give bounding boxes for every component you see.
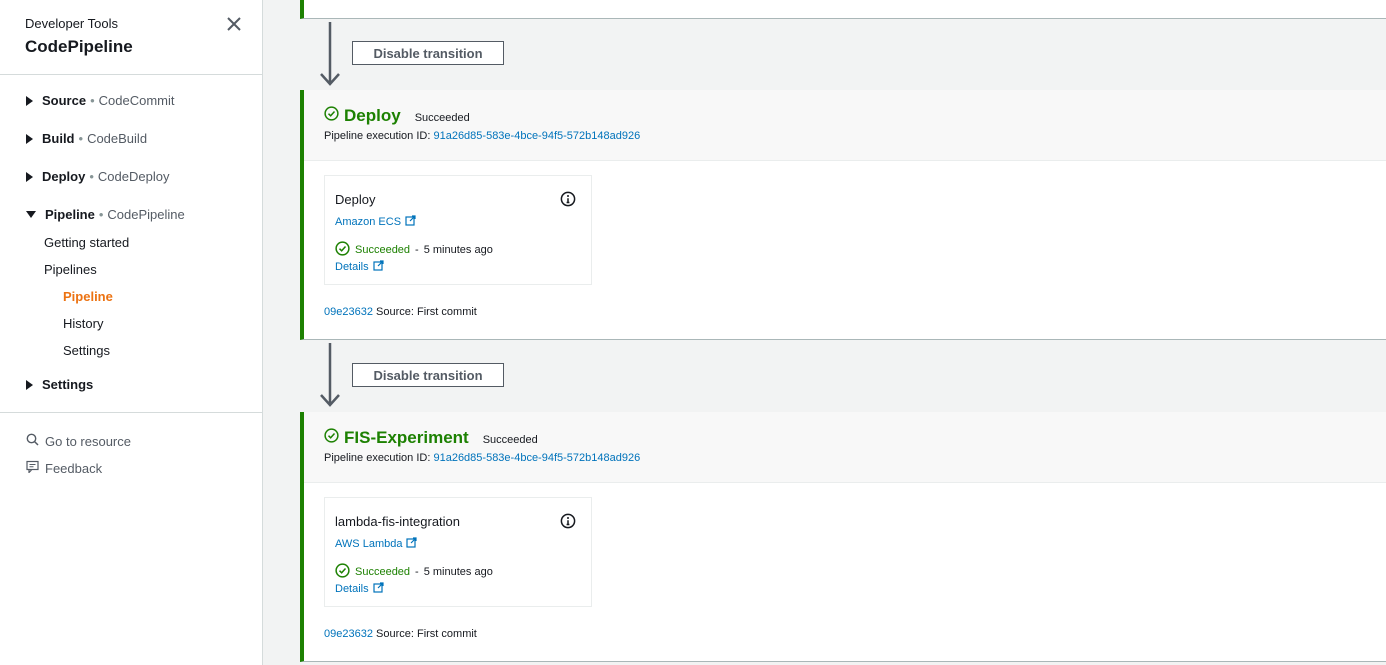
action-details-label: Details [335,261,369,273]
action-name: lambda-fis-integration [335,514,461,529]
feedback-link[interactable]: Feedback [26,460,102,476]
nav-group-service: CodeBuild [87,131,148,146]
action-provider-label: AWS Lambda [335,538,403,550]
source-commit-row: 09e23632 Source: First commit [324,628,477,640]
external-link-icon [406,537,418,551]
sidebar-title[interactable]: CodePipeline [25,37,133,57]
action-time: 5 minutes ago [423,566,493,578]
external-link-icon [373,582,384,596]
nav-group-deploy[interactable]: Deploy • CodeDeploy [26,169,169,184]
disable-transition-button[interactable]: Disable transition [352,41,504,65]
nav-group-label: Pipeline [45,207,95,222]
stage-card-deploy: Deploy Succeeded Pipeline execution ID: … [300,90,1386,340]
nav-dot: • [90,93,95,108]
info-icon[interactable] [560,191,576,212]
nav-link-getting-started[interactable]: Getting started [44,235,129,250]
stage-title-row: Deploy Succeeded [324,106,470,126]
caret-right-icon [26,95,33,106]
external-link-icon [373,260,384,274]
execution-id-label: Pipeline execution ID: [324,452,431,464]
commit-message: Source: First commit [376,628,477,640]
action-status: Succeeded [355,244,411,256]
feedback-label: Feedback [45,460,103,476]
status-separator: - [415,566,419,578]
arrow-down-icon [319,343,341,414]
nav-link-history[interactable]: History [63,316,103,331]
action-card: Deploy Amazon ECS Succeeded - 5 minutes … [324,175,592,285]
execution-id-label: Pipeline execution ID: [324,130,431,142]
check-circle-icon [324,428,339,448]
sidebar-divider [0,74,262,75]
previous-stage-card [300,0,1386,19]
commit-id-link[interactable]: 09e23632 [324,306,373,318]
nav-link-settings[interactable]: Settings [63,343,110,358]
side-navigation: Developer Tools CodePipeline Source • Co… [0,0,263,665]
check-circle-icon [335,563,350,581]
nav-group-build[interactable]: Build • CodeBuild [26,131,147,146]
caret-down-icon [26,211,36,218]
go-to-resource-link[interactable]: Go to resource [26,433,131,449]
action-name: Deploy [335,192,376,207]
status-separator: - [415,244,419,256]
stage-status: Succeeded [482,433,538,446]
caret-right-icon [26,171,33,182]
action-provider-label: Amazon ECS [335,216,402,228]
disable-transition-button[interactable]: Disable transition [352,363,504,387]
nav-group-label: Settings [42,377,94,392]
stage-header: Deploy Succeeded Pipeline execution ID: … [304,90,1386,161]
pipeline-view: Disable transition Deploy Succeeded Pipe… [263,0,1386,665]
nav-link-pipelines[interactable]: Pipelines [44,262,97,277]
search-icon [26,433,45,449]
sidebar-header: Developer Tools CodePipeline [25,16,133,57]
action-provider-link[interactable]: AWS Lambda [335,537,418,551]
action-status-row: Succeeded - 5 minutes ago [335,241,493,259]
check-circle-icon [324,106,339,126]
action-status-row: Succeeded - 5 minutes ago [335,563,493,581]
caret-right-icon [26,133,33,144]
stage-name: FIS-Experiment [344,428,469,447]
nav-group-service: CodeCommit [98,93,175,108]
nav-group-label: Deploy [42,169,86,184]
arrow-down-icon [319,22,341,93]
execution-id-link[interactable]: 91a26d85-583e-4bce-94f5-572b148ad926 [433,130,640,142]
caret-right-icon [26,379,33,390]
feedback-icon [26,460,45,476]
nav-dot: • [98,207,104,222]
nav-group-settings[interactable]: Settings [26,377,93,392]
stage-title-row: FIS-Experiment Succeeded [324,428,538,448]
check-circle-icon [335,241,350,259]
nav-dot: • [78,131,84,146]
nav-group-label: Build [42,131,75,146]
action-card: lambda-fis-integration AWS Lambda Succee… [324,497,592,607]
action-details-link[interactable]: Details [335,582,384,596]
close-icon[interactable] [224,14,244,34]
external-link-icon [405,215,416,229]
execution-id-row: Pipeline execution ID: 91a26d85-583e-4bc… [324,130,640,142]
execution-id-row: Pipeline execution ID: 91a26d85-583e-4bc… [324,452,640,464]
nav-group-label: Source [42,93,87,108]
nav-dot: • [89,169,94,184]
nav-group-source[interactable]: Source • CodeCommit [26,93,175,108]
nav-link-pipeline[interactable]: Pipeline [63,289,113,304]
action-time: 5 minutes ago [423,244,493,256]
nav-group-pipeline[interactable]: Pipeline • CodePipeline [26,207,185,222]
commit-id-link[interactable]: 09e23632 [324,628,373,640]
nav-group-service: CodePipeline [107,207,185,222]
nav-group-service: CodeDeploy [97,169,170,184]
action-provider-link[interactable]: Amazon ECS [335,215,416,229]
stage-name: Deploy [344,106,401,125]
action-details-link[interactable]: Details [335,260,384,274]
go-to-resource-label: Go to resource [45,433,131,449]
action-details-label: Details [335,583,369,595]
commit-message: Source: First commit [376,306,477,318]
execution-id-link[interactable]: 91a26d85-583e-4bce-94f5-572b148ad926 [433,452,640,464]
info-icon[interactable] [560,513,576,534]
stage-header: FIS-Experiment Succeeded Pipeline execut… [304,412,1386,483]
sidebar-divider [0,412,262,413]
source-commit-row: 09e23632 Source: First commit [324,306,477,318]
sidebar-subtitle[interactable]: Developer Tools [25,16,133,31]
action-status: Succeeded [355,566,411,578]
stage-status: Succeeded [414,111,470,124]
stage-card-fis-experiment: FIS-Experiment Succeeded Pipeline execut… [300,412,1386,662]
